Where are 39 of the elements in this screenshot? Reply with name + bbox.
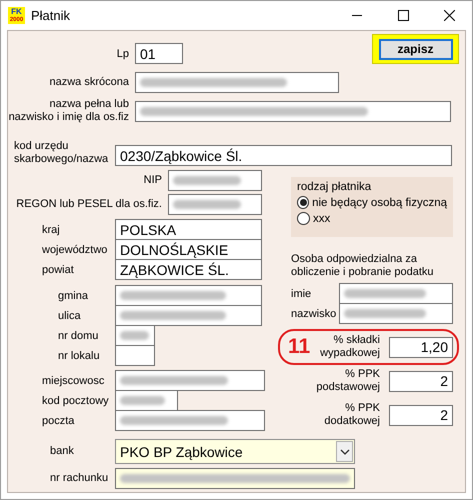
- field-label: powiat: [41, 264, 75, 276]
- field-label: nr lokalu: [57, 350, 101, 362]
- field-label: kod pocztowy: [41, 394, 110, 408]
- field-label: województwo: [41, 244, 108, 256]
- text-field[interactable]: POLSKA: [115, 219, 262, 240]
- text-field[interactable]: DOLNOŚLĄSKIE: [115, 239, 262, 260]
- radio-label: xxx: [313, 212, 330, 224]
- field-label: gmina: [57, 290, 89, 302]
- text-field[interactable]: 0230/Ząbkowice Śl.: [115, 145, 452, 166]
- section-heading: Osoba odpowiedzialna za obliczenie i pobranie podatku: [291, 253, 434, 279]
- field-label: NIP: [142, 174, 162, 187]
- group-title: rodzaj płatnika: [297, 181, 372, 193]
- text-field[interactable]: 2: [389, 404, 453, 426]
- field-label: % PPK dodatkowej: [323, 402, 380, 428]
- field-label: Lp: [116, 48, 129, 60]
- field-label: poczta: [41, 414, 76, 428]
- field-label: miejscowosc: [41, 374, 106, 388]
- field-label: imie: [290, 288, 312, 300]
- field-label: % składki wypadkowej: [319, 334, 380, 360]
- field-label: nazwisko: [290, 308, 338, 320]
- field-label: ulica: [57, 310, 82, 322]
- field-label: nr rachunku: [49, 472, 110, 485]
- radio-label: nie będący osobą fizyczną: [312, 196, 447, 208]
- text-field[interactable]: ZĄBKOWICE ŚL.: [115, 259, 262, 280]
- field-label: kod urzędu skarbowego/nazwa: [13, 140, 110, 166]
- text-field[interactable]: 2: [389, 370, 453, 392]
- bank-dropdown[interactable]: PKO BP Ząbkowice: [115, 439, 355, 464]
- text-field[interactable]: 1,20: [389, 336, 453, 358]
- field-label: % PPK podstawowej: [315, 368, 380, 394]
- save-button[interactable]: zapisz: [378, 38, 452, 60]
- field-label: nazwa pełna lub nazwisko i imię dla os.fiz: [8, 98, 129, 124]
- field-label: nazwa skrócona: [48, 76, 129, 89]
- field-label: bank: [49, 445, 75, 458]
- field-label: kraj: [41, 224, 61, 236]
- field-label: REGON lub PESEL dla os.fiz.: [15, 198, 162, 211]
- callout-number: 11: [288, 335, 310, 359]
- window-title: Płatnik: [31, 8, 72, 23]
- text-field[interactable]: 01: [135, 43, 183, 64]
- field-label: nr domu: [57, 330, 100, 342]
